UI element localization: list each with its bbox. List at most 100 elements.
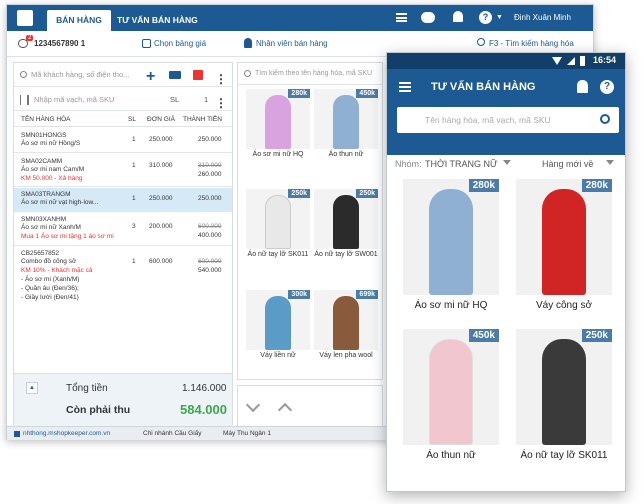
staff-icon	[244, 38, 252, 48]
product-tile[interactable]: 699k Váy len pha wool	[314, 290, 378, 360]
bell-icon[interactable]	[577, 80, 588, 93]
row-price: 250.000	[149, 136, 173, 143]
chevron-down-icon[interactable]: ▼	[496, 14, 503, 21]
mobile-search-input[interactable]: Tên hàng hóa, mã vạch, mã SKU	[397, 107, 619, 133]
table-row[interactable]: SMN03XANHM Áo sơ mi nữ Xanh/M Mua 1 Áo s…	[14, 213, 232, 246]
chevron-down-icon[interactable]	[503, 160, 511, 165]
col-qty: SL	[128, 116, 136, 123]
row-combo-item: - Quần âu (Đen/36);	[21, 285, 79, 292]
chevron-down-icon[interactable]	[606, 160, 614, 165]
help-icon[interactable]: ?	[600, 80, 614, 94]
customer-search[interactable]: Mã khách hàng, số điện tho... + ⋮	[14, 63, 232, 87]
add-customer-icon[interactable]: +	[146, 65, 155, 89]
qty-input[interactable]: 1	[204, 89, 208, 111]
more-icon[interactable]: ⋮	[215, 92, 227, 114]
product-tile[interactable]: 250k Áo nữ tay lỡ SK011	[246, 189, 310, 259]
product-tile[interactable]: 300k Váy liền nữ	[246, 290, 310, 360]
gift-icon[interactable]	[193, 70, 203, 80]
customer-phone[interactable]: 1234567890 1	[34, 39, 85, 48]
more-icon[interactable]: ⋮	[215, 67, 227, 91]
product-name: Váy len pha wool	[319, 352, 373, 359]
row-price: 250.000	[149, 195, 173, 202]
battery-icon	[580, 56, 585, 66]
product-image	[333, 95, 359, 149]
price-tag: 450k	[468, 329, 499, 342]
mobile-filter-bar: Nhóm: THỜI TRANG NỮ Hàng mới về	[387, 155, 625, 175]
menu-icon[interactable]	[399, 82, 411, 92]
mobile-product-tile[interactable]: 280k Áo sơ mi nữ HQ	[403, 179, 499, 311]
sku-input[interactable]: Nhập mã vạch, mã SKU SL 1 ⋮	[14, 89, 232, 111]
price-tag: 250k	[356, 189, 378, 198]
mobile-search-placeholder: Tên hàng hóa, mã vạch, mã SKU	[425, 115, 551, 125]
shop-url[interactable]: nhthong.mshopkeeper.com.vn	[23, 427, 110, 441]
row-qty[interactable]: 1	[132, 258, 136, 267]
mobile-product-tile[interactable]: 250k Áo nữ tay lỡ SK011	[516, 329, 612, 461]
mobile-status-bar: 16:54	[387, 53, 625, 69]
price-list-link[interactable]: Chọn bảng giá	[154, 39, 206, 48]
group-select[interactable]: THỜI TRANG NỮ	[425, 159, 498, 169]
row-promo: Mua 1 Áo sơ mi tặng 1 áo sơ mi	[21, 233, 114, 240]
table-row-selected[interactable]: SMA03TRANGM Áo sơ mi nữ vạt high-low... …	[14, 188, 232, 212]
price-tag: 280k	[581, 179, 612, 192]
row-combo-item: - Áo sơ mi (Xanh/M)	[21, 276, 80, 283]
row-promo: KM 50.000 - Xả hàng	[21, 175, 83, 182]
tab-sales-consult[interactable]: TƯ VẤN BÁN HÀNG	[117, 10, 198, 31]
bell-icon[interactable]	[453, 11, 463, 22]
product-image	[333, 296, 359, 350]
product-search[interactable]: Tìm kiếm theo tên hàng hóa, mã SKU	[238, 63, 382, 85]
product-image	[265, 95, 291, 149]
product-name: Áo nữ tay lỡ SK011	[247, 251, 309, 258]
search-shortcut[interactable]: F3 - Tìm kiếm hàng hóa	[489, 39, 574, 48]
desktop-header: BÁN HÀNG TƯ VẤN BÁN HÀNG ? ▼ Đinh Xuân M…	[7, 5, 593, 31]
chevron-up-icon[interactable]	[277, 402, 293, 418]
customer-search-placeholder: Mã khách hàng, số điện tho...	[31, 70, 130, 79]
tab-sales[interactable]: BÁN HÀNG	[47, 10, 111, 31]
search-icon	[244, 70, 251, 77]
product-grid: Tìm kiếm theo tên hàng hóa, mã SKU 280k …	[237, 62, 383, 380]
user-name[interactable]: Đinh Xuân Minh	[514, 5, 571, 31]
sort-select[interactable]: Hàng mới về	[542, 159, 593, 169]
price-tag: 699k	[356, 290, 378, 299]
branch-name: Chi nhánh Cầu Giấy	[143, 430, 202, 437]
table-row[interactable]: SMN01HONGS Áo sơ mi nữ Hồng/S 1 250.000 …	[14, 129, 232, 153]
price-list-icon	[142, 39, 151, 48]
table-row[interactable]: SMA02CAMM Áo sơ mi nam Cam/M KM 50.000 -…	[14, 155, 232, 187]
table-row[interactable]: CB25657852 Combo đồ công sở KM 10% - Khá…	[14, 247, 232, 305]
price-tag: 250k	[581, 329, 612, 342]
price-tag: 300k	[288, 290, 310, 299]
mobile-product-tile[interactable]: 280k Váy công sở	[516, 179, 612, 311]
row-qty[interactable]: 1	[132, 136, 136, 145]
product-tile[interactable]: 250k Áo nữ tay lỡ SW001	[314, 189, 378, 259]
product-tile[interactable]: 450k Áo thun nữ	[314, 89, 378, 159]
row-qty[interactable]: 1	[132, 162, 136, 171]
truck-icon[interactable]	[169, 71, 181, 79]
help-icon[interactable]: ?	[479, 11, 492, 24]
search-icon[interactable]	[600, 114, 610, 124]
clock: 16:54	[593, 55, 617, 65]
cashier-name: Máy Thu Ngân 1	[223, 430, 271, 437]
product-image	[542, 189, 586, 295]
signal-icon	[567, 57, 575, 65]
row-name: Áo sơ mi nam Cam/M	[21, 166, 85, 173]
product-image	[429, 189, 473, 295]
unit-label: SL	[170, 95, 180, 104]
row-price: 200.000	[149, 223, 173, 230]
totals-panel: ▲ Tổng tiền 1.146.000 Còn phải thu 584.0…	[14, 373, 232, 426]
wifi-icon	[552, 57, 562, 65]
order-panel: Mã khách hàng, số điện tho... + ⋮ Nhập m…	[13, 62, 233, 426]
row-qty[interactable]: 3	[132, 223, 136, 232]
mobile-product-tile[interactable]: 450k Áo thun nữ	[403, 329, 499, 461]
chevron-down-icon[interactable]	[245, 397, 261, 413]
row-combo-item: - Giầy lười (Đen/41)	[21, 294, 79, 301]
product-tile[interactable]: 280k Áo sơ mi nữ HQ	[246, 89, 310, 159]
collapse-icon[interactable]: ▲	[26, 382, 38, 394]
col-total: THÀNH TIỀN	[183, 116, 222, 123]
row-qty[interactable]: 1	[132, 195, 136, 204]
cloud-icon[interactable]	[421, 12, 435, 23]
staff-link[interactable]: Nhân viên bán hàng	[256, 39, 328, 48]
product-image	[542, 339, 586, 445]
app-logo	[17, 10, 33, 26]
row-total: 540.000	[198, 267, 222, 274]
menu-icon[interactable]	[396, 13, 407, 22]
row-name: Combo đồ công sở	[21, 258, 77, 265]
